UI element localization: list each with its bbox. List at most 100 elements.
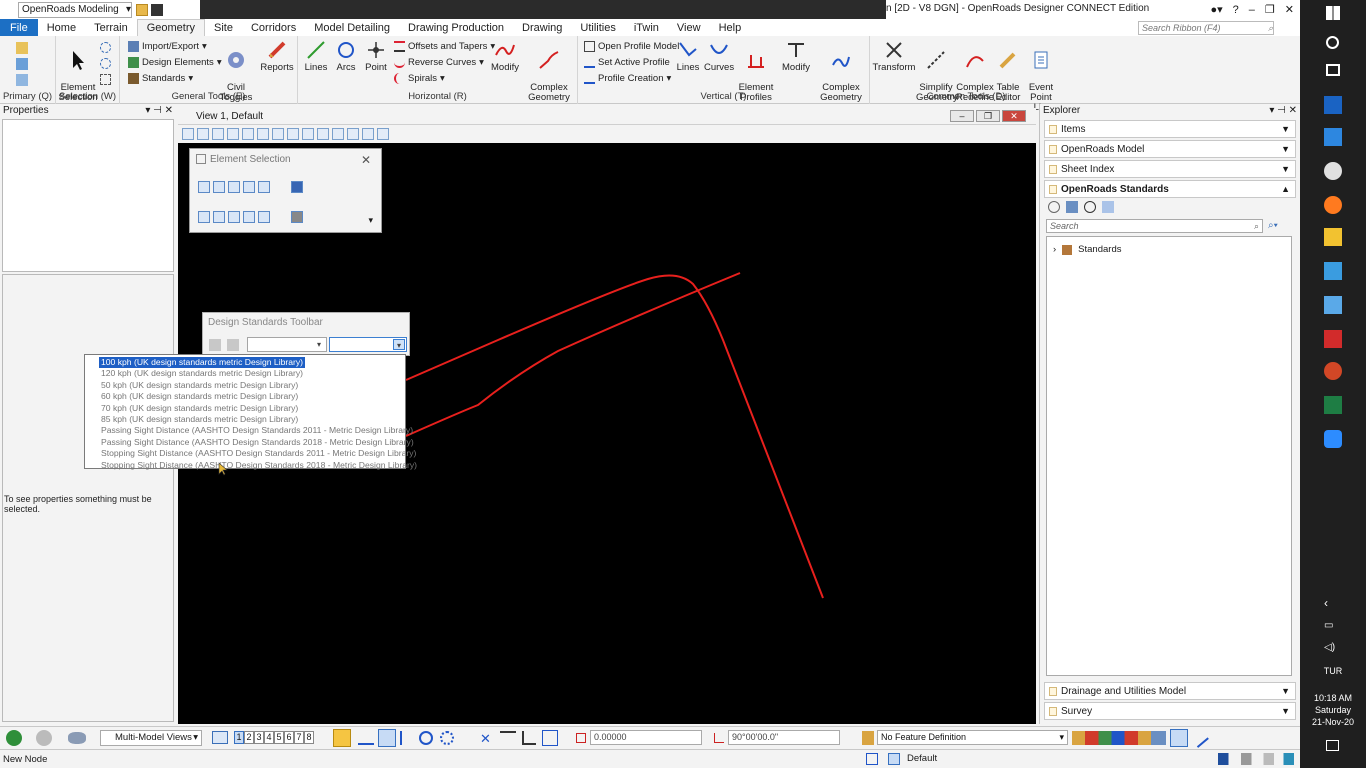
- explorer-item-sheet-index[interactable]: Sheet Index ▼: [1044, 160, 1296, 178]
- minimize-button[interactable]: –: [1249, 4, 1255, 16]
- tab-site[interactable]: Site: [205, 19, 242, 36]
- vertical-lines-button[interactable]: Lines: [674, 39, 702, 73]
- properties-element-list[interactable]: [2, 119, 174, 272]
- display-style-icon[interactable]: [197, 128, 209, 140]
- explorer-small-icon[interactable]: [16, 42, 28, 54]
- feature-definition-select[interactable]: No Feature Definition ▾: [877, 730, 1068, 745]
- task-view-icon[interactable]: [1326, 64, 1340, 76]
- selection-mode-icon[interactable]: [100, 42, 111, 53]
- dropdown-option[interactable]: 120 kph (UK design standards metric Desi…: [99, 368, 405, 379]
- lights-icon[interactable]: [212, 128, 224, 140]
- zoom-in-icon[interactable]: [242, 128, 254, 140]
- fence-icon[interactable]: [100, 58, 111, 69]
- modify-button[interactable]: Modify: [488, 39, 522, 73]
- tree-node-standards[interactable]: › Standards: [1053, 244, 1121, 255]
- close-button[interactable]: ✕: [1285, 3, 1294, 16]
- excel-icon[interactable]: [1324, 396, 1342, 414]
- active-level-icon[interactable]: [888, 753, 900, 765]
- open-profile-model-button[interactable]: Open Profile Model: [584, 41, 679, 52]
- snap-keypoint-icon[interactable]: [358, 731, 374, 745]
- dropdown-option[interactable]: 60 kph (UK design standards metric Desig…: [99, 391, 405, 402]
- library-icon[interactable]: [1066, 201, 1078, 213]
- help-icon[interactable]: ?: [1233, 4, 1239, 16]
- tab-terrain[interactable]: Terrain: [85, 19, 137, 36]
- vertical-modify-button[interactable]: Modify: [778, 39, 814, 73]
- firefox-icon[interactable]: [1324, 196, 1342, 214]
- ribbon-search-input[interactable]: Search Ribbon (F4) ⌕: [1138, 21, 1274, 35]
- refresh-icon[interactable]: [1048, 201, 1060, 213]
- tab-itwin[interactable]: iTwin: [625, 19, 668, 36]
- angle-lock-icon[interactable]: [714, 733, 724, 743]
- snap-center-icon[interactable]: [419, 731, 433, 745]
- tab-view[interactable]: View: [668, 19, 710, 36]
- attributes-small-icon[interactable]: [16, 58, 28, 70]
- dropdown-option[interactable]: Passing Sight Distance (AASHTO Design St…: [99, 425, 413, 436]
- explorer-search-input[interactable]: Search ⌕: [1046, 219, 1263, 233]
- panel-controls[interactable]: ▾ ⊣ ✕: [1269, 105, 1297, 116]
- import-export-button[interactable]: Import/Export ▾: [128, 41, 207, 52]
- dropdown-option[interactable]: 70 kph (UK design standards metric Desig…: [99, 403, 405, 414]
- tab-drawing-production[interactable]: Drawing Production: [399, 19, 513, 36]
- status-lock-icon[interactable]: [866, 753, 878, 765]
- snap-origin-icon[interactable]: [440, 731, 454, 745]
- window-area-icon[interactable]: [272, 128, 284, 140]
- snap-intersection-icon[interactable]: ✕: [480, 731, 491, 747]
- alignment-line-upper[interactable]: [405, 274, 824, 599]
- explorer-item-drainage-utilities[interactable]: Drainage and Utilities Model ▼: [1044, 682, 1296, 700]
- bentley-connection-icon[interactable]: [1324, 296, 1342, 314]
- feature-tools-icons[interactable]: [1072, 731, 1166, 745]
- notifications-icon[interactable]: [1326, 740, 1339, 751]
- vertical-curves-button[interactable]: Curves: [704, 39, 734, 73]
- input-language[interactable]: TUR: [1300, 666, 1366, 677]
- rotate-view-icon[interactable]: [302, 128, 314, 140]
- fit-view-icon[interactable]: [287, 128, 299, 140]
- lines-button[interactable]: Lines: [302, 39, 330, 73]
- open-folder-icon[interactable]: [136, 3, 148, 16]
- design-elements-button[interactable]: Design Elements ▾: [128, 57, 222, 68]
- chevron-down-icon[interactable]: ▾: [368, 215, 373, 226]
- offsets-tapers-button[interactable]: Offsets and Tapers ▾: [394, 41, 495, 52]
- view-close-button[interactable]: ✕: [1002, 110, 1026, 122]
- chevron-right-icon[interactable]: ›: [1053, 244, 1056, 255]
- acrobat-icon[interactable]: [1324, 330, 1342, 348]
- set-active-profile-button[interactable]: Set Active Profile: [584, 57, 670, 68]
- user-icon[interactable]: ●▾: [1210, 3, 1222, 16]
- snap-settings-icon[interactable]: [542, 730, 558, 746]
- view-minimize-button[interactable]: –: [950, 110, 974, 122]
- element-selection-close-button[interactable]: ✕: [361, 153, 371, 167]
- shape-method-icon[interactable]: [228, 181, 240, 193]
- model-views-select[interactable]: Multi-Model Views ▾: [100, 730, 202, 746]
- tab-drawing[interactable]: Drawing: [513, 19, 571, 36]
- model-views-icon[interactable]: [68, 732, 86, 744]
- circle-method-icon[interactable]: [243, 181, 255, 193]
- selection-options-icon[interactable]: [291, 211, 303, 223]
- standards-apply-icon[interactable]: [227, 339, 239, 351]
- view-restore-button[interactable]: ❐: [976, 110, 1000, 122]
- reports-button[interactable]: Reports: [258, 39, 296, 73]
- pencil-icon[interactable]: [1189, 728, 1209, 748]
- view-3-button[interactable]: 3: [254, 731, 264, 744]
- individual-method-icon[interactable]: [198, 181, 210, 193]
- windows-start-icon[interactable]: [1326, 6, 1340, 20]
- snap-perpendicular-icon[interactable]: [522, 731, 536, 745]
- view-next-icon[interactable]: [332, 128, 344, 140]
- search-options-icon[interactable]: ⌕▾: [1268, 220, 1278, 231]
- clip-volume-icon[interactable]: [347, 128, 359, 140]
- subtract-mode-icon[interactable]: [228, 211, 240, 223]
- search-icon[interactable]: [1326, 36, 1339, 49]
- standards-value-select[interactable]: ▾: [329, 337, 407, 352]
- view-8-button[interactable]: 8: [304, 731, 314, 744]
- zoom-out-icon[interactable]: [257, 128, 269, 140]
- tab-corridors[interactable]: Corridors: [242, 19, 305, 36]
- view-attributes-icon[interactable]: [182, 128, 194, 140]
- line-method-icon[interactable]: [258, 181, 270, 193]
- distance-field[interactable]: 0.00000: [590, 730, 702, 745]
- explorer-item-items[interactable]: Items ▼: [1044, 120, 1296, 138]
- invert-mode-icon[interactable]: [243, 211, 255, 223]
- tab-model-detailing[interactable]: Model Detailing: [305, 19, 399, 36]
- tab-file[interactable]: File: [0, 19, 38, 36]
- view-previous-icon[interactable]: [317, 128, 329, 140]
- view-groups-icon[interactable]: [212, 731, 228, 744]
- dropdown-option[interactable]: 50 kph (UK design standards metric Desig…: [99, 380, 405, 391]
- update-view-icon[interactable]: [227, 128, 239, 140]
